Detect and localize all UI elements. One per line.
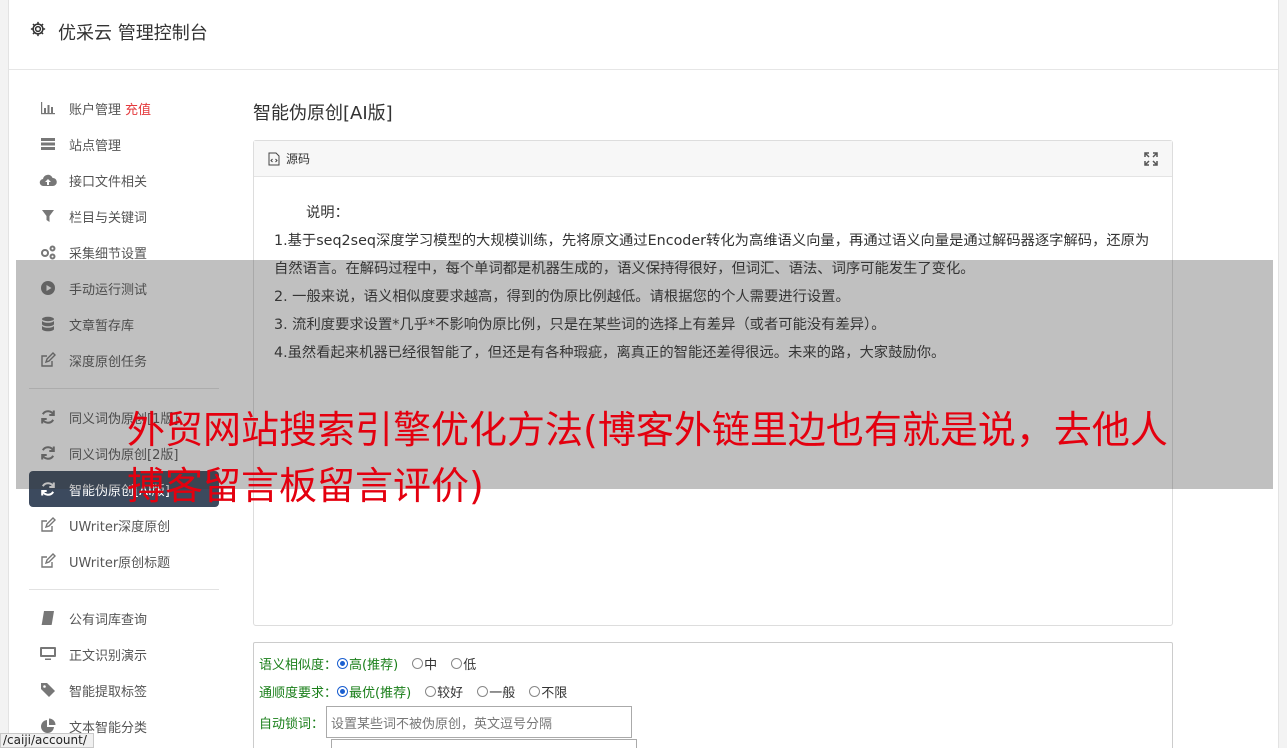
page-title: 智能伪原创[AI版] bbox=[253, 103, 393, 124]
source-button[interactable]: 源码 bbox=[286, 150, 310, 167]
top-bar: 优采云 管理控制台 bbox=[9, 0, 1278, 70]
similarity-label: 语义相似度： bbox=[259, 657, 338, 673]
status-url: /caiji/account/ bbox=[0, 733, 94, 748]
fluency-label: 通顺度要求： bbox=[259, 685, 338, 701]
radio-option[interactable]: 高(推荐) bbox=[337, 654, 398, 673]
radio-option[interactable]: 最优(推荐) bbox=[337, 682, 411, 701]
sidebar-item[interactable]: 智能提取标签 bbox=[29, 672, 219, 708]
sidebar-item[interactable]: 账户管理 充值 bbox=[29, 90, 219, 126]
overlay-headline: 外贸网站搜索引擎优化方法(博客外链里边也有就是说，去他人搏客留言板留言评价) bbox=[127, 408, 1168, 508]
sidebar-item-label: 接口文件相关 bbox=[69, 174, 148, 190]
radio-option[interactable]: 中 bbox=[412, 654, 437, 673]
radio-option[interactable]: 一般 bbox=[477, 682, 515, 701]
edit-icon bbox=[39, 516, 57, 534]
gear-icon bbox=[29, 20, 47, 38]
app-title: 优采云 管理控制台 bbox=[58, 23, 208, 44]
recharge-link[interactable]: 充值 bbox=[125, 99, 151, 118]
gears-icon bbox=[39, 243, 57, 261]
sidebar-item-label: 智能提取标签 bbox=[69, 684, 148, 700]
radio-label: 最优(推荐) bbox=[349, 685, 412, 701]
sidebar-item[interactable]: 站点管理 bbox=[29, 126, 219, 162]
fluency-options: 最优(推荐) 较好 一般 不限 bbox=[337, 682, 581, 701]
edit-icon bbox=[39, 552, 57, 570]
radio-option[interactable]: 不限 bbox=[529, 682, 567, 701]
sidebar-divider bbox=[29, 589, 219, 590]
extra-row bbox=[259, 739, 1167, 748]
radio-label: 低 bbox=[463, 657, 477, 673]
source-code-icon[interactable] bbox=[268, 152, 280, 166]
sidebar-item-label: 栏目与关键词 bbox=[69, 210, 148, 226]
tag-icon bbox=[39, 681, 57, 699]
editor-paragraph: 说明： bbox=[306, 205, 349, 221]
radio-icon[interactable] bbox=[412, 657, 424, 669]
fluency-row: 通顺度要求： 最优(推荐) 较好 一般 不限 bbox=[259, 677, 1167, 705]
similarity-row: 语义相似度： 高(推荐) 中 低 bbox=[259, 649, 1167, 677]
bar-chart-icon bbox=[39, 99, 57, 117]
cloud-upload-icon bbox=[39, 171, 57, 189]
sidebar-item-label: 公有词库查询 bbox=[69, 612, 148, 628]
similarity-options: 高(推荐) 中 低 bbox=[337, 654, 490, 673]
sidebar-item-label: 站点管理 bbox=[69, 138, 122, 154]
lock-words-input[interactable]: 设置某些词不被伪原创，英文逗号分隔 bbox=[326, 706, 633, 738]
fullscreen-icon[interactable] bbox=[1144, 152, 1158, 169]
radio-icon[interactable] bbox=[477, 685, 489, 697]
radio-icon[interactable] bbox=[337, 685, 349, 697]
lock-row: 自动锁词： 设置某些词不被伪原创，英文逗号分隔 bbox=[259, 705, 1167, 739]
extra-input[interactable] bbox=[331, 739, 637, 748]
radio-icon[interactable] bbox=[529, 685, 541, 697]
radio-option[interactable]: 较好 bbox=[425, 682, 463, 701]
filter-icon bbox=[39, 207, 57, 225]
sidebar-item-label: 正文识别演示 bbox=[69, 648, 148, 664]
radio-label: 较好 bbox=[437, 685, 464, 701]
radio-option[interactable]: 低 bbox=[451, 654, 476, 673]
sidebar-item[interactable]: 栏目与关键词 bbox=[29, 198, 219, 234]
lock-label: 自动锁词： bbox=[259, 716, 325, 732]
radio-label: 不限 bbox=[541, 685, 568, 701]
sidebar-item[interactable]: 接口文件相关 bbox=[29, 162, 219, 198]
sidebar-item[interactable]: 公有词库查询 bbox=[29, 600, 219, 636]
book-icon bbox=[39, 609, 57, 627]
sidebar-item-label: UWriter原创标题 bbox=[69, 555, 171, 571]
sidebar-item-label: 账户管理 bbox=[69, 102, 122, 118]
sidebar-item-label: 采集细节设置 bbox=[69, 246, 148, 262]
main-content: 智能伪原创[AI版] 源码 说明： 1.基于seq2seq深度学习模型的大规模训… bbox=[253, 98, 1173, 748]
radio-icon[interactable] bbox=[425, 685, 437, 697]
radio-label: 高(推荐) bbox=[349, 657, 399, 673]
list-icon bbox=[39, 135, 57, 153]
radio-label: 中 bbox=[424, 657, 438, 673]
editor-toolbar: 源码 bbox=[254, 141, 1172, 177]
monitor-icon bbox=[39, 645, 57, 663]
sidebar-item-label: UWriter深度原创 bbox=[69, 519, 171, 535]
sidebar-item[interactable]: UWriter原创标题 bbox=[29, 543, 219, 579]
radio-icon[interactable] bbox=[337, 657, 349, 669]
radio-label: 一般 bbox=[489, 685, 516, 701]
settings-form: 语义相似度： 高(推荐) 中 低 通顺度要求： 最优(推荐) 较好 一般 不限 自动锁词：… bbox=[253, 642, 1173, 748]
radio-icon[interactable] bbox=[451, 657, 463, 669]
sidebar-item[interactable]: 正文识别演示 bbox=[29, 636, 219, 672]
